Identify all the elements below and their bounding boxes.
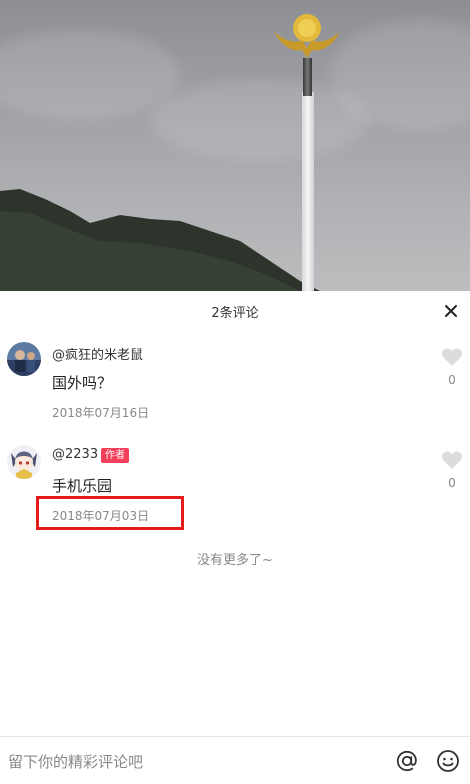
avatar[interactable]	[7, 342, 41, 376]
comment-username[interactable]: @2233	[52, 447, 98, 462]
comment-input-bar	[0, 736, 470, 784]
emoji-icon[interactable]	[436, 749, 460, 773]
close-icon[interactable]	[440, 300, 462, 322]
video-frame[interactable]	[0, 0, 470, 291]
like-count: 0	[448, 476, 456, 490]
comments-panel: 2条评论 @疯狂的米老鼠 国外吗？ 2018年07月16日 0 @2233 作者…	[0, 291, 470, 784]
heart-icon[interactable]	[441, 450, 463, 470]
comments-count-title: 2条评论	[211, 306, 259, 321]
comment-text[interactable]: 国外吗？	[52, 372, 112, 393]
comment-username[interactable]: @疯狂的米老鼠	[52, 344, 143, 363]
like-control: 0	[440, 450, 464, 490]
at-icon[interactable]	[395, 749, 419, 773]
heart-icon[interactable]	[441, 347, 463, 367]
comment-text[interactable]: 手机乐园	[52, 475, 112, 496]
comment-item: @2233 作者 手机乐园 2018年07月03日 0	[0, 445, 470, 545]
like-control: 0	[440, 347, 464, 387]
comment-input[interactable]	[8, 751, 378, 773]
mountain-silhouette	[0, 189, 320, 291]
golden-eagle-statue	[274, 14, 340, 58]
comments-header: 2条评论	[0, 291, 470, 329]
author-badge: 作者	[101, 448, 129, 463]
no-more-text: 没有更多了~	[197, 553, 273, 568]
comment-date: 2018年07月16日	[52, 406, 150, 420]
comment-item: @疯狂的米老鼠 国外吗？ 2018年07月16日 0	[0, 342, 470, 442]
date-highlight-box	[36, 496, 184, 530]
cloud	[0, 30, 180, 120]
like-count: 0	[448, 373, 456, 387]
flagpole	[302, 92, 314, 291]
avatar[interactable]	[7, 445, 41, 479]
